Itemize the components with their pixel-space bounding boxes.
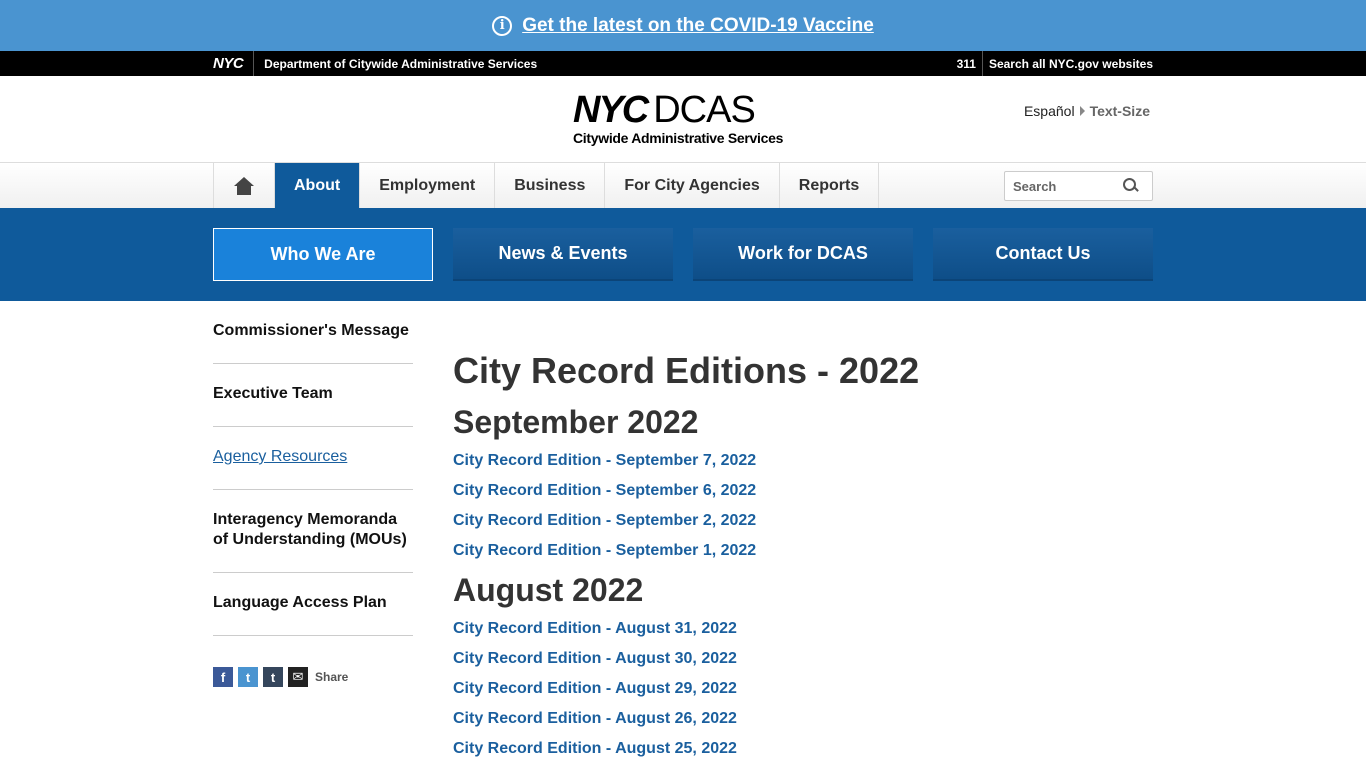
sidebar-item-executive-team[interactable]: Executive Team <box>213 364 413 427</box>
311-link[interactable]: 311 <box>957 51 983 76</box>
logo-subtitle: Citywide Administrative Services <box>573 130 784 146</box>
edition-link[interactable]: City Record Edition - September 2, 2022 <box>453 511 1153 531</box>
nyc-top-bar: NYC Department of Citywide Administrativ… <box>0 51 1366 76</box>
search-input[interactable] <box>1013 178 1123 194</box>
share-bar: f t t ✉ Share <box>213 667 348 687</box>
nyc-logo[interactable]: NYC <box>213 51 255 76</box>
sidebar-item-commissioners-message[interactable]: Commissioner's Message <box>213 312 413 364</box>
section-heading: September 2022 <box>453 404 699 440</box>
nav-home[interactable] <box>214 163 275 208</box>
main-content: City Record Editions - 2022 September 20… <box>453 350 1153 768</box>
edition-link[interactable]: City Record Edition - September 1, 2022 <box>453 541 1153 561</box>
tile-work-for-dcas[interactable]: Work for DCAS <box>693 228 913 281</box>
nav-about[interactable]: About <box>275 163 361 208</box>
tile-contact-us[interactable]: Contact Us <box>933 228 1153 281</box>
nav-business[interactable]: Business <box>495 163 606 208</box>
edition-link[interactable]: City Record Edition - August 26, 2022 <box>453 709 1153 729</box>
espanol-link[interactable]: Español <box>1024 103 1075 119</box>
edition-link[interactable]: City Record Edition - September 6, 2022 <box>453 481 1153 501</box>
search-box <box>1004 171 1153 201</box>
language-controls: Español Text-Size <box>1024 103 1150 119</box>
email-icon[interactable]: ✉ <box>288 667 308 687</box>
nav-for-city-agencies[interactable]: For City Agencies <box>605 163 780 208</box>
facebook-icon[interactable]: f <box>213 667 233 687</box>
nav-reports[interactable]: Reports <box>780 163 880 208</box>
sub-nav: Who We Are News & Events Work for DCAS C… <box>0 208 1366 301</box>
tile-who-we-are[interactable]: Who We Are <box>213 228 433 281</box>
tile-news-events[interactable]: News & Events <box>453 228 673 281</box>
sidebar-item-agency-resources[interactable]: Agency Resources <box>213 427 413 490</box>
sidebar: Commissioner's Message Executive Team Ag… <box>213 312 413 636</box>
tumblr-icon[interactable]: t <box>263 667 283 687</box>
twitter-icon[interactable]: t <box>238 667 258 687</box>
department-link[interactable]: Department of Citywide Administrative Se… <box>264 57 956 71</box>
sidebar-item-mous[interactable]: Interagency Memoranda of Understanding (… <box>213 490 413 573</box>
logo-nyc-text: NYC <box>573 89 649 131</box>
arrow-right-icon <box>1079 106 1085 116</box>
covid-banner: i Get the latest on the COVID-19 Vaccine <box>0 0 1366 51</box>
edition-link[interactable]: City Record Edition - August 25, 2022 <box>453 739 1153 759</box>
covid-vaccine-link[interactable]: Get the latest on the COVID-19 Vaccine <box>522 15 874 37</box>
section-heading: August 2022 <box>453 572 644 608</box>
page-title: City Record Editions - 2022 <box>453 350 920 391</box>
text-size-link[interactable]: Text-Size <box>1090 103 1150 119</box>
edition-link[interactable]: City Record Edition - August 29, 2022 <box>453 679 1153 699</box>
search-all-nyc-link[interactable]: Search all NYC.gov websites <box>989 57 1153 71</box>
search-icon[interactable] <box>1123 178 1139 194</box>
edition-link[interactable]: City Record Edition - August 30, 2022 <box>453 649 1153 669</box>
nav-employment[interactable]: Employment <box>360 163 496 208</box>
edition-link[interactable]: City Record Edition - September 7, 2022 <box>453 451 1153 471</box>
dcas-logo[interactable]: NYC DCAS Citywide Administrative Service… <box>573 89 795 146</box>
logo-dcas-text: DCAS <box>653 89 756 131</box>
share-label[interactable]: Share <box>315 670 348 684</box>
main-nav: About Employment Business For City Agenc… <box>0 163 1366 208</box>
home-icon <box>234 176 254 195</box>
site-header: NYC DCAS Citywide Administrative Service… <box>0 76 1366 163</box>
edition-link[interactable]: City Record Edition - August 31, 2022 <box>453 619 1153 639</box>
sidebar-item-language-access-plan[interactable]: Language Access Plan <box>213 573 413 636</box>
info-icon: i <box>492 15 513 36</box>
